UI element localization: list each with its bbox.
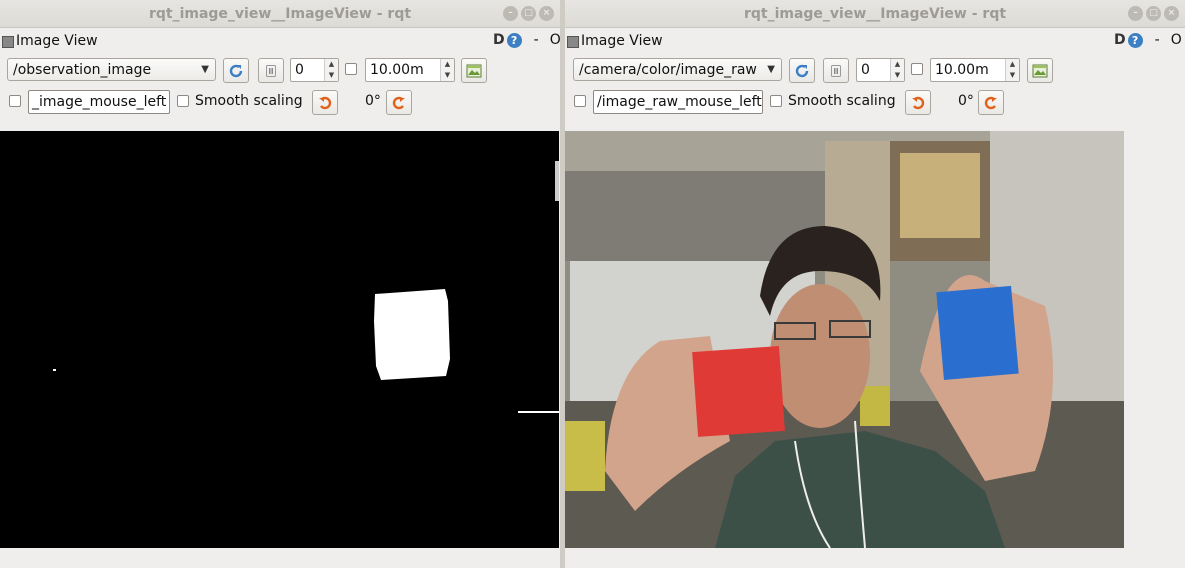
person-face xyxy=(770,284,870,428)
mouse-publish-checkbox[interactable] xyxy=(9,95,21,107)
mask-image xyxy=(53,161,559,413)
chair xyxy=(565,421,605,491)
rotate-left-icon xyxy=(912,96,925,109)
window-controls: – □ × xyxy=(1128,6,1179,21)
plugin-header: Image View D ? - O xyxy=(0,31,560,53)
plugin-icon xyxy=(2,36,14,48)
max-rate-checkbox[interactable] xyxy=(911,63,923,75)
plugin-title: Image View xyxy=(16,33,98,49)
toolbar-row-1: /observation_image ▼ 0 ▲ ▼ 10.00m ▲ ▼ xyxy=(0,58,560,86)
save-image-icon xyxy=(466,64,482,77)
mouse-publish-checkbox[interactable] xyxy=(574,95,586,107)
smooth-scaling-label: Smooth scaling xyxy=(788,93,896,109)
save-image-button[interactable] xyxy=(1027,58,1053,83)
queue-size-spinbox[interactable]: 0 ▲ ▼ xyxy=(290,58,339,82)
title-bar[interactable]: rqt_image_view__ImageView - rqt – □ × xyxy=(0,0,560,28)
spin-arrows[interactable]: ▲ ▼ xyxy=(440,59,454,81)
window-title: rqt_image_view__ImageView - rqt xyxy=(148,5,412,22)
dock-button[interactable]: D xyxy=(1114,32,1126,48)
max-rate-value: 10.00m xyxy=(370,62,424,78)
rotate-left-button[interactable] xyxy=(905,90,931,115)
right-window: rqt_image_view__ImageView - rqt – □ × Im… xyxy=(565,0,1185,568)
mask-noise xyxy=(555,161,559,201)
blue-block xyxy=(936,285,1019,381)
save-image-icon xyxy=(1032,64,1048,77)
close-plugin-button[interactable]: O xyxy=(1171,32,1182,48)
plugin-controls: D ? - O xyxy=(493,32,560,48)
topic-select[interactable]: /observation_image ▼ xyxy=(7,58,216,81)
rotate-right-button[interactable] xyxy=(978,90,1004,115)
queue-size-value: 0 xyxy=(295,62,304,78)
maximize-button[interactable]: □ xyxy=(1146,6,1161,21)
maximize-button[interactable]: □ xyxy=(521,6,536,21)
close-button[interactable]: × xyxy=(1164,6,1179,21)
rotate-right-icon xyxy=(984,96,997,109)
queue-size-spinbox[interactable]: 0 ▲ ▼ xyxy=(856,58,905,82)
refresh-button[interactable] xyxy=(223,58,249,83)
minimize-plugin-button[interactable]: - xyxy=(534,32,539,48)
refresh-icon xyxy=(795,64,809,77)
title-bar[interactable]: rqt_image_view__ImageView - rqt – □ × xyxy=(565,0,1185,28)
pause-icon xyxy=(266,64,276,77)
mouse-topic-field[interactable]: _image_mouse_left xyxy=(28,90,170,114)
mask-noise xyxy=(53,369,56,371)
max-rate-spinbox[interactable]: 10.00m ▲ ▼ xyxy=(930,58,1020,82)
plugin-title: Image View xyxy=(581,33,663,49)
chevron-down-icon: ▼ xyxy=(767,64,775,75)
camera-image xyxy=(565,131,1124,548)
mask-noise xyxy=(518,411,559,413)
mask-blob xyxy=(374,289,450,380)
pause-icon xyxy=(831,64,841,77)
window-title: rqt_image_view__ImageView - rqt xyxy=(743,5,1007,22)
toolbar-row-2: /image_raw_mouse_left Smooth scaling 0° xyxy=(565,90,1185,118)
max-rate-checkbox[interactable] xyxy=(345,63,357,75)
dock-button[interactable]: D xyxy=(493,32,505,48)
max-rate-value: 10.00m xyxy=(935,62,989,78)
close-plugin-button[interactable]: O xyxy=(550,32,560,48)
save-image-button[interactable] xyxy=(461,58,487,83)
rotation-label: 0° xyxy=(958,93,974,109)
pause-button[interactable] xyxy=(258,58,284,83)
queue-size-value: 0 xyxy=(861,62,870,78)
smooth-scaling-label: Smooth scaling xyxy=(195,93,303,109)
minimize-button[interactable]: – xyxy=(1128,6,1143,21)
rotation-label: 0° xyxy=(365,93,381,109)
mouse-topic-field[interactable]: /image_raw_mouse_left xyxy=(593,90,763,114)
smooth-scaling-checkbox[interactable] xyxy=(177,95,189,107)
smooth-scaling-checkbox[interactable] xyxy=(770,95,782,107)
help-icon[interactable]: ? xyxy=(506,32,522,48)
close-button[interactable]: × xyxy=(539,6,554,21)
spin-arrows[interactable]: ▲ ▼ xyxy=(324,59,338,81)
pause-button[interactable] xyxy=(823,58,849,83)
image-view-camera[interactable] xyxy=(565,131,1124,548)
topic-select[interactable]: /camera/color/image_raw ▼ xyxy=(573,58,782,81)
help-icon[interactable]: ? xyxy=(1127,32,1143,48)
plugin-header: Image View D ? - O xyxy=(565,31,1185,53)
plugin-icon xyxy=(567,36,579,48)
chevron-down-icon: ▼ xyxy=(201,64,209,75)
mouse-topic-value: /image_raw_mouse_left xyxy=(597,94,762,110)
topic-value: /observation_image xyxy=(13,62,152,78)
plugin-controls: D ? - O xyxy=(1114,32,1182,48)
spin-arrows[interactable]: ▲ ▼ xyxy=(890,59,904,81)
minimize-plugin-button[interactable]: - xyxy=(1155,32,1160,48)
rotate-left-button[interactable] xyxy=(312,90,338,115)
rotate-right-button[interactable] xyxy=(386,90,412,115)
left-window: rqt_image_view__ImageView - rqt – □ × Im… xyxy=(0,0,560,568)
rotate-left-icon xyxy=(319,96,332,109)
mouse-topic-value: _image_mouse_left xyxy=(32,94,167,110)
topic-value: /camera/color/image_raw xyxy=(579,62,757,78)
window-controls: – □ × xyxy=(503,6,554,21)
max-rate-spinbox[interactable]: 10.00m ▲ ▼ xyxy=(365,58,455,82)
red-block xyxy=(692,346,785,437)
spin-arrows[interactable]: ▲ ▼ xyxy=(1005,59,1019,81)
toolbar-row-2: _image_mouse_left Smooth scaling 0° xyxy=(0,90,560,118)
refresh-button[interactable] xyxy=(789,58,815,83)
toolbar-row-1: /camera/color/image_raw ▼ 0 ▲ ▼ 10.00m ▲ ▼ xyxy=(565,58,1185,86)
refresh-icon xyxy=(229,64,243,77)
image-view-mask[interactable] xyxy=(0,131,559,548)
minimize-button[interactable]: – xyxy=(503,6,518,21)
rotate-right-icon xyxy=(392,96,405,109)
